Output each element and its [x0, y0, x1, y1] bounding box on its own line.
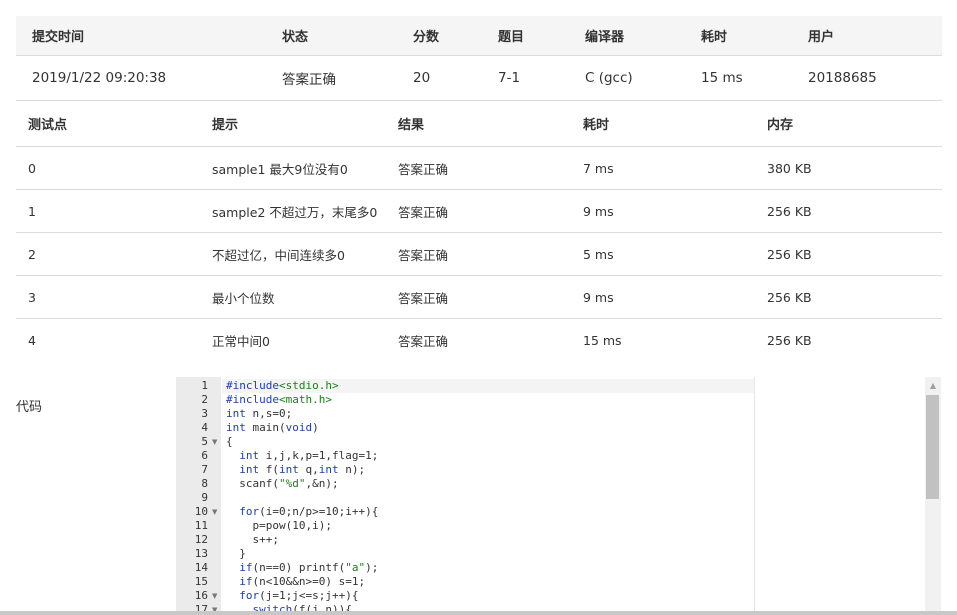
- case-id: 4: [28, 332, 36, 348]
- line-number: 12: [194, 533, 208, 546]
- table-row: 2 不超过亿，中间连续多0 答案正确 5 ms 256 KB: [16, 233, 942, 276]
- line-number: 11: [194, 519, 208, 532]
- code-editor[interactable]: 1 2 3 4 5 ▼ 6 7 8 9 10 ▼ 11 12 13 14 15 16 ▼ 17 ▼ #include<s…: [176, 377, 941, 615]
- case-hint: 正常中间0: [212, 333, 270, 349]
- code-line[interactable]: p=pow(10,i);: [226, 519, 331, 533]
- case-memory: 256 KB: [767, 289, 812, 305]
- line-number: 13: [194, 547, 208, 560]
- case-hint: sample2 不超过万，末尾多0: [212, 204, 378, 220]
- line-number: 7: [201, 463, 208, 476]
- case-result: 答案正确: [398, 161, 449, 177]
- submission-header-row: 提交时间 状态 分数 题目 编译器 耗时 用户: [16, 16, 942, 56]
- header-time: 耗时: [583, 117, 610, 133]
- code-line[interactable]: #include<math.h>: [226, 393, 332, 407]
- scroll-up-arrow-icon[interactable]: ▲: [925, 377, 941, 393]
- status-accepted: 答案正确: [282, 72, 336, 88]
- header-hint: 提示: [212, 117, 239, 133]
- case-result: 答案正确: [398, 247, 449, 263]
- header-test-point: 测试点: [28, 117, 68, 133]
- test-case-header-row: 测试点 提示 结果 耗时 内存: [16, 100, 942, 147]
- duration: 15 ms: [701, 70, 743, 86]
- code-line[interactable]: for(i=0;n/p>=10;i++){: [226, 505, 378, 519]
- case-id: 3: [28, 289, 36, 305]
- code-line[interactable]: for(j=1;j<=s;j++){: [226, 589, 358, 603]
- header-status: 状态: [282, 30, 309, 45]
- case-result: 答案正确: [398, 333, 449, 349]
- case-memory: 256 KB: [767, 332, 812, 348]
- code-line[interactable]: s++;: [226, 533, 279, 547]
- code-line[interactable]: if(n<10&&n>=0) s=1;: [226, 575, 365, 589]
- case-time: 7 ms: [583, 160, 614, 176]
- case-memory: 256 KB: [767, 246, 812, 262]
- fold-arrow-icon[interactable]: ▼: [212, 435, 217, 449]
- line-number: 16: [194, 589, 208, 602]
- header-result: 结果: [398, 117, 425, 133]
- line-number: 15: [194, 575, 208, 588]
- fold-arrow-icon[interactable]: ▼: [212, 589, 217, 603]
- case-id: 0: [28, 160, 36, 176]
- code-line[interactable]: int i,j,k,p=1,flag=1;: [226, 449, 378, 463]
- editor-scrollbar[interactable]: ▲: [925, 377, 941, 615]
- line-number: 3: [201, 407, 208, 420]
- header-memory: 内存: [767, 117, 794, 133]
- table-row: 0 sample1 最大9位没有0 答案正确 7 ms 380 KB: [16, 147, 942, 190]
- case-result: 答案正确: [398, 290, 449, 306]
- header-score: 分数: [413, 30, 440, 45]
- case-hint: 不超过亿，中间连续多0: [212, 247, 345, 263]
- header-duration: 耗时: [701, 30, 728, 45]
- case-id: 2: [28, 246, 36, 262]
- line-number: 1: [201, 379, 208, 392]
- code-line[interactable]: }: [226, 547, 246, 561]
- line-number: 2: [201, 393, 208, 406]
- line-number: 9: [201, 491, 208, 504]
- header-submit-time: 提交时间: [32, 30, 85, 45]
- fold-arrow-icon[interactable]: ▼: [212, 505, 217, 519]
- case-result: 答案正确: [398, 204, 449, 220]
- code-line[interactable]: scanf("%d",&n);: [226, 477, 338, 491]
- case-time: 9 ms: [583, 203, 614, 219]
- score: 20: [413, 70, 431, 86]
- scroll-thumb[interactable]: [926, 395, 939, 499]
- line-number: 5: [201, 435, 208, 448]
- line-number: 8: [201, 477, 208, 490]
- table-row: 3 最小个位数 答案正确 9 ms 256 KB: [16, 276, 942, 319]
- case-id: 1: [28, 203, 36, 219]
- line-number: 14: [194, 561, 208, 574]
- compiler: C (gcc): [585, 70, 633, 86]
- code-line[interactable]: int main(void): [226, 421, 319, 435]
- code-line[interactable]: #include<stdio.h>: [226, 379, 339, 393]
- print-margin: [754, 377, 755, 615]
- code-line[interactable]: int f(int q,int n);: [226, 463, 365, 477]
- line-number-gutter: 1 2 3 4 5 ▼ 6 7 8 9 10 ▼ 11 12 13 14 15 16 ▼ 17 ▼: [176, 377, 221, 615]
- submit-time: 2019/1/22 09:20:38: [32, 70, 167, 86]
- header-problem: 题目: [498, 30, 525, 45]
- problem-link[interactable]: 7-1: [498, 56, 520, 100]
- code-line[interactable]: {: [226, 435, 233, 449]
- case-time: 9 ms: [583, 289, 614, 305]
- case-memory: 256 KB: [767, 203, 812, 219]
- code-line[interactable]: int n,s=0;: [226, 407, 292, 421]
- header-user: 用户: [808, 30, 835, 45]
- line-number: 6: [201, 449, 208, 462]
- code-label: 代码: [16, 400, 43, 415]
- line-number: 4: [201, 421, 208, 434]
- line-number: 10: [194, 505, 208, 518]
- user-link[interactable]: 20188685: [808, 56, 877, 100]
- header-compiler: 编译器: [585, 30, 625, 45]
- case-time: 15 ms: [583, 332, 622, 348]
- case-hint: 最小个位数: [212, 290, 275, 306]
- case-time: 5 ms: [583, 246, 614, 262]
- code-line[interactable]: if(n==0) printf("a");: [226, 561, 378, 575]
- table-row: 4 正常中间0 答案正确 15 ms 256 KB: [16, 319, 942, 361]
- bottom-divider: [0, 611, 957, 615]
- table-row: 1 sample2 不超过万，末尾多0 答案正确 9 ms 256 KB: [16, 190, 942, 233]
- case-memory: 380 KB: [767, 160, 812, 176]
- submission-row: 2019/1/22 09:20:38 答案正确 20 7-1 C (gcc) 1…: [16, 56, 942, 101]
- case-hint: sample1 最大9位没有0: [212, 161, 348, 177]
